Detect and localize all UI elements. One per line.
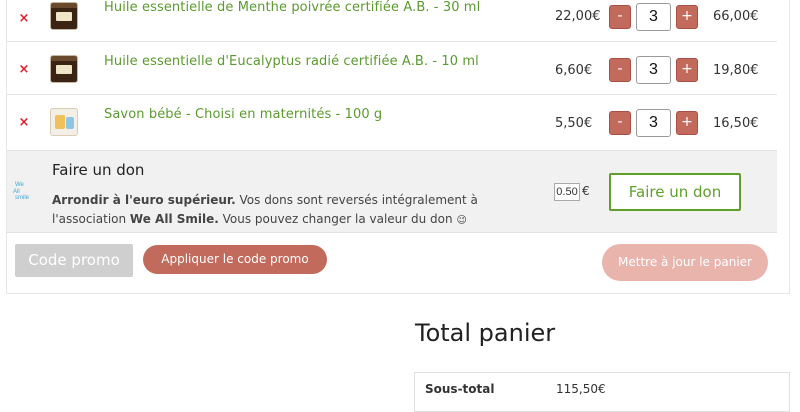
remove-item-icon[interactable]: × — [17, 63, 31, 77]
cart-totals-title: Total panier — [415, 319, 556, 347]
svg-text:smile: smile — [15, 195, 30, 200]
donation-title: Faire un don — [52, 161, 145, 179]
product-thumbnail[interactable] — [50, 2, 78, 30]
product-price: 22,00€ — [555, 9, 601, 24]
donation-currency: € — [582, 184, 590, 198]
cart-row: × Savon bébé - Choisi en maternités - 10… — [7, 96, 777, 148]
product-price: 6,60€ — [555, 63, 593, 78]
coupon-code-input[interactable]: Code promo — [15, 244, 133, 277]
quantity-minus-button[interactable]: - — [609, 111, 631, 135]
donation-row: We All smile Faire un don Arrondir à l'e… — [7, 150, 777, 233]
update-cart-button[interactable]: Mettre à jour le panier — [602, 244, 768, 281]
product-name-link[interactable]: Huile essentielle de Menthe poivrée cert… — [104, 0, 480, 15]
quantity-plus-button[interactable]: + — [676, 111, 698, 135]
donation-text: Vous pouvez changer la valeur du don — [218, 212, 457, 226]
we-all-smile-logo: We All smile — [13, 178, 39, 201]
quantity-plus-button[interactable]: + — [676, 58, 698, 82]
subtotal-value: 115,50€ — [556, 382, 606, 396]
line-subtotal: 16,50€ — [713, 116, 759, 131]
product-thumbnail[interactable] — [50, 108, 78, 136]
subtotal-label: Sous-total — [425, 382, 495, 396]
quantity-input[interactable]: 3 — [636, 56, 671, 84]
quantity-input[interactable]: 3 — [636, 3, 671, 31]
cart-row: × Huile essentielle de Menthe poivrée ce… — [7, 0, 777, 42]
product-name-link[interactable]: Huile essentielle d'Eucalyptus radié cer… — [104, 54, 479, 69]
quantity-input[interactable]: 3 — [636, 109, 671, 137]
donation-amount-input[interactable]: 0.50 — [554, 183, 580, 201]
donation-description: Arrondir à l'euro supérieur. Vos dons so… — [52, 191, 492, 230]
product-price: 5,50€ — [555, 116, 593, 131]
cart-table: × Huile essentielle de Menthe poivrée ce… — [6, 0, 790, 294]
association-name: We All Smile. — [129, 212, 219, 226]
wink-emoji-icon: 😉 — [456, 215, 467, 226]
donate-button[interactable]: Faire un don — [609, 173, 741, 211]
cart-row: × Huile essentielle d'Eucalyptus radié c… — [7, 43, 777, 95]
remove-item-icon[interactable]: × — [17, 12, 31, 26]
svg-text:We: We — [15, 182, 25, 188]
line-subtotal: 66,00€ — [713, 9, 759, 24]
apply-coupon-button[interactable]: Appliquer le code promo — [143, 245, 327, 274]
remove-item-icon[interactable]: × — [17, 116, 31, 130]
quantity-plus-button[interactable]: + — [676, 5, 698, 29]
cart-totals-table: Sous-total 115,50€ — [414, 372, 790, 412]
quantity-minus-button[interactable]: - — [609, 5, 631, 29]
product-name-link[interactable]: Savon bébé - Choisi en maternités - 100 … — [104, 107, 382, 122]
line-subtotal: 19,80€ — [713, 63, 759, 78]
donation-bold-text: Arrondir à l'euro supérieur. — [52, 193, 236, 207]
product-thumbnail[interactable] — [50, 55, 78, 83]
quantity-minus-button[interactable]: - — [609, 58, 631, 82]
